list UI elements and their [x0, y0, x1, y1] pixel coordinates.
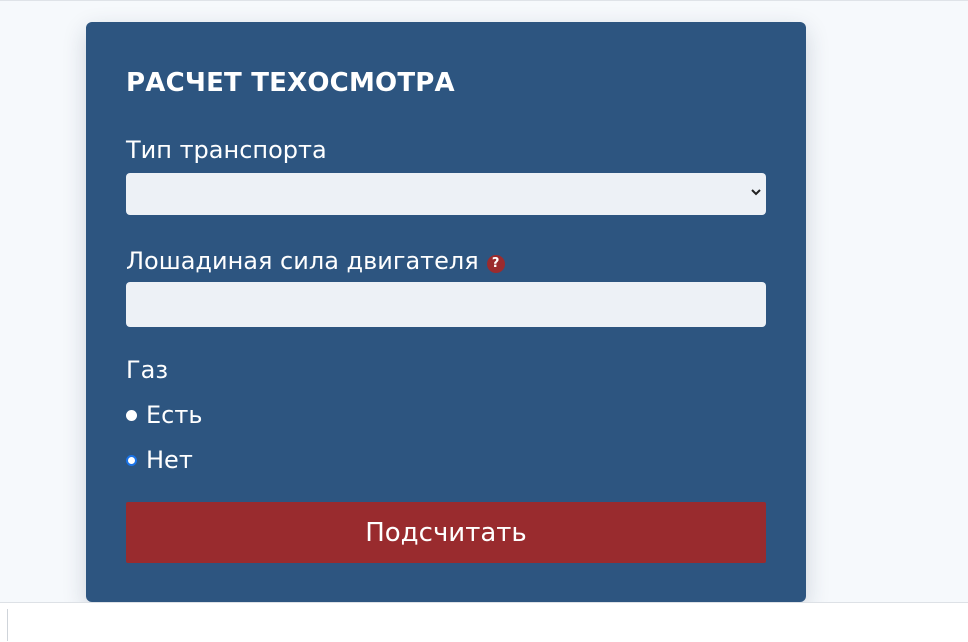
inspection-calculator-form: РАСЧЕТ ТЕХОСМОТРА Тип транспорта Лошадин…: [86, 22, 806, 602]
bottom-panel: [0, 602, 968, 642]
page: РАСЧЕТ ТЕХОСМОТРА Тип транспорта Лошадин…: [0, 0, 968, 642]
gas-radio-no[interactable]: [126, 454, 137, 466]
question-mark-icon[interactable]: ?: [486, 255, 505, 273]
gas-option-no[interactable]: Нет: [126, 446, 193, 474]
horsepower-input[interactable]: [126, 282, 766, 327]
horsepower-label-row: Лошадиная сила двигателя?: [126, 247, 505, 275]
horsepower-label: Лошадиная сила двигателя: [126, 247, 479, 275]
calculate-button[interactable]: Подсчитать: [126, 502, 766, 563]
transport-type-select[interactable]: [126, 173, 766, 215]
transport-type-label: Тип транспорта: [126, 136, 327, 164]
divider: [7, 609, 8, 641]
gas-label: Газ: [126, 356, 169, 384]
gas-option-no-label: Нет: [146, 446, 193, 474]
chevron-down-icon: [751, 189, 761, 196]
form-title: РАСЧЕТ ТЕХОСМОТРА: [126, 68, 455, 98]
gas-radio-yes[interactable]: [126, 409, 137, 421]
gas-option-yes[interactable]: Есть: [126, 401, 202, 429]
gas-option-yes-label: Есть: [146, 401, 203, 429]
